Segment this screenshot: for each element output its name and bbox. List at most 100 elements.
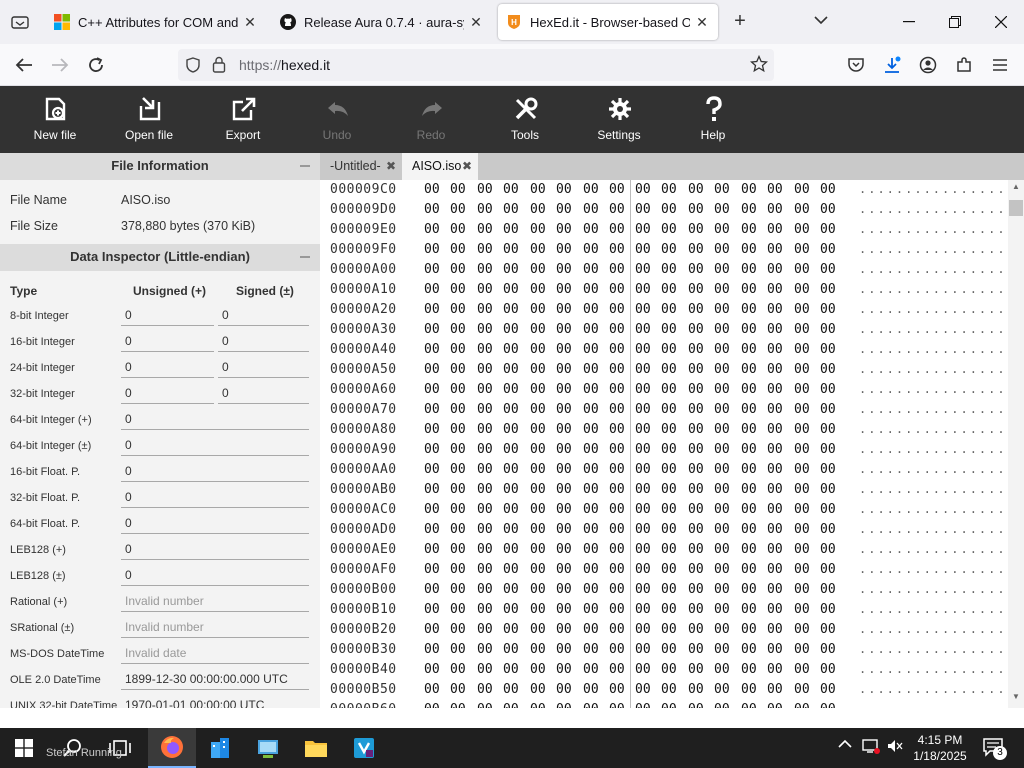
hex-byte[interactable]: 00 — [635, 342, 651, 357]
hex-byte[interactable]: 00 — [556, 522, 572, 537]
hex-byte[interactable]: 00 — [556, 562, 572, 577]
hex-byte[interactable]: 00 — [794, 602, 810, 617]
hex-byte[interactable]: 00 — [450, 222, 466, 237]
hex-byte[interactable]: 00 — [450, 562, 466, 577]
inspector-value-field[interactable]: 0 — [121, 488, 309, 508]
hex-byte[interactable]: 00 — [820, 402, 836, 417]
hex-byte[interactable]: 00 — [583, 262, 599, 277]
hex-byte[interactable]: 00 — [609, 362, 625, 377]
hex-byte[interactable]: 00 — [794, 182, 810, 197]
hex-byte[interactable]: 00 — [767, 322, 783, 337]
hex-byte[interactable]: 00 — [424, 242, 440, 257]
hex-byte[interactable]: 00 — [609, 242, 625, 257]
hex-byte[interactable]: 00 — [820, 662, 836, 677]
hex-byte[interactable]: 00 — [635, 242, 651, 257]
file-information-header[interactable]: File Information — [0, 153, 320, 180]
hex-byte[interactable]: 00 — [635, 302, 651, 317]
hex-byte[interactable]: 00 — [477, 222, 493, 237]
hex-row-ascii[interactable]: ................ — [859, 422, 1007, 436]
hex-byte[interactable]: 00 — [714, 302, 730, 317]
hex-byte[interactable]: 00 — [741, 242, 757, 257]
lock-icon[interactable] — [212, 56, 226, 78]
hex-byte[interactable]: 00 — [635, 462, 651, 477]
hex-byte[interactable]: 00 — [609, 462, 625, 477]
hex-byte[interactable]: 00 — [741, 582, 757, 597]
hex-byte[interactable]: 00 — [530, 422, 546, 437]
hex-byte[interactable]: 00 — [530, 262, 546, 277]
hex-byte[interactable]: 00 — [661, 502, 677, 517]
hex-row-ascii[interactable]: ................ — [859, 462, 1007, 476]
chevron-down-icon[interactable] — [814, 12, 838, 32]
hex-byte[interactable]: 00 — [688, 702, 704, 708]
hex-byte[interactable]: 00 — [688, 542, 704, 557]
hex-byte[interactable]: 00 — [794, 522, 810, 537]
redo-button[interactable]: Redo — [384, 86, 478, 153]
hex-byte[interactable]: 00 — [741, 682, 757, 697]
hex-byte[interactable]: 00 — [424, 482, 440, 497]
hex-byte[interactable]: 00 — [477, 462, 493, 477]
notification-center-icon[interactable]: 3 — [982, 736, 1007, 761]
hex-byte[interactable]: 00 — [583, 282, 599, 297]
close-tab-icon[interactable]: ✕ — [468, 14, 484, 31]
hex-byte[interactable]: 00 — [820, 582, 836, 597]
hex-byte[interactable]: 00 — [583, 542, 599, 557]
hex-byte[interactable]: 00 — [767, 522, 783, 537]
hex-byte[interactable]: 00 — [741, 642, 757, 657]
hex-byte[interactable]: 00 — [583, 622, 599, 637]
hex-byte[interactable]: 00 — [661, 302, 677, 317]
hex-byte[interactable]: 00 — [741, 542, 757, 557]
hex-byte[interactable]: 00 — [556, 462, 572, 477]
hex-byte[interactable]: 00 — [794, 382, 810, 397]
hex-byte[interactable]: 00 — [714, 502, 730, 517]
hex-byte[interactable]: 00 — [609, 702, 625, 708]
hex-byte[interactable]: 00 — [556, 222, 572, 237]
hex-byte[interactable]: 00 — [794, 582, 810, 597]
hex-byte[interactable]: 00 — [503, 422, 519, 437]
inspector-signed-field[interactable]: 0 — [218, 332, 309, 352]
hex-byte[interactable]: 00 — [794, 342, 810, 357]
hex-byte[interactable]: 00 — [820, 322, 836, 337]
hex-byte[interactable]: 00 — [583, 702, 599, 708]
hex-byte[interactable]: 00 — [741, 342, 757, 357]
scroll-up-arrow-icon[interactable]: ▲ — [1012, 182, 1020, 191]
hex-byte[interactable]: 00 — [556, 582, 572, 597]
hex-byte[interactable]: 00 — [556, 442, 572, 457]
hex-byte[interactable]: 00 — [635, 482, 651, 497]
inspector-signed-field[interactable]: 0 — [218, 306, 309, 326]
hex-byte[interactable]: 00 — [450, 482, 466, 497]
hex-byte[interactable]: 00 — [820, 302, 836, 317]
control-panel-icon[interactable] — [244, 728, 292, 768]
hex-byte[interactable]: 00 — [450, 302, 466, 317]
hex-byte[interactable]: 00 — [688, 322, 704, 337]
hex-byte[interactable]: 00 — [661, 382, 677, 397]
hex-byte[interactable]: 00 — [477, 582, 493, 597]
hex-byte[interactable]: 00 — [450, 382, 466, 397]
hex-byte[interactable]: 00 — [635, 402, 651, 417]
hex-byte[interactable]: 00 — [714, 342, 730, 357]
hex-byte[interactable]: 00 — [794, 442, 810, 457]
hex-byte[interactable]: 00 — [424, 202, 440, 217]
hex-byte[interactable]: 00 — [583, 322, 599, 337]
hex-byte[interactable]: 00 — [503, 302, 519, 317]
hex-byte[interactable]: 00 — [609, 262, 625, 277]
hex-byte[interactable]: 00 — [794, 702, 810, 708]
hex-byte[interactable]: 00 — [609, 422, 625, 437]
hex-byte[interactable]: 00 — [424, 302, 440, 317]
hex-byte[interactable]: 00 — [688, 582, 704, 597]
hex-byte[interactable]: 00 — [450, 262, 466, 277]
hex-byte[interactable]: 00 — [530, 482, 546, 497]
hex-byte[interactable]: 00 — [583, 562, 599, 577]
hex-byte[interactable]: 00 — [477, 642, 493, 657]
hex-byte[interactable]: 00 — [820, 702, 836, 708]
hex-byte[interactable]: 00 — [794, 622, 810, 637]
hex-byte[interactable]: 00 — [741, 422, 757, 437]
hex-byte[interactable]: 00 — [530, 702, 546, 708]
hex-byte[interactable]: 00 — [609, 582, 625, 597]
hex-row-ascii[interactable]: ................ — [859, 642, 1007, 656]
hex-byte[interactable]: 00 — [424, 262, 440, 277]
windows-start-icon[interactable] — [0, 728, 48, 768]
hex-byte[interactable]: 00 — [714, 442, 730, 457]
hex-byte[interactable]: 00 — [503, 562, 519, 577]
hex-byte[interactable]: 00 — [424, 702, 440, 708]
hex-byte[interactable]: 00 — [688, 502, 704, 517]
